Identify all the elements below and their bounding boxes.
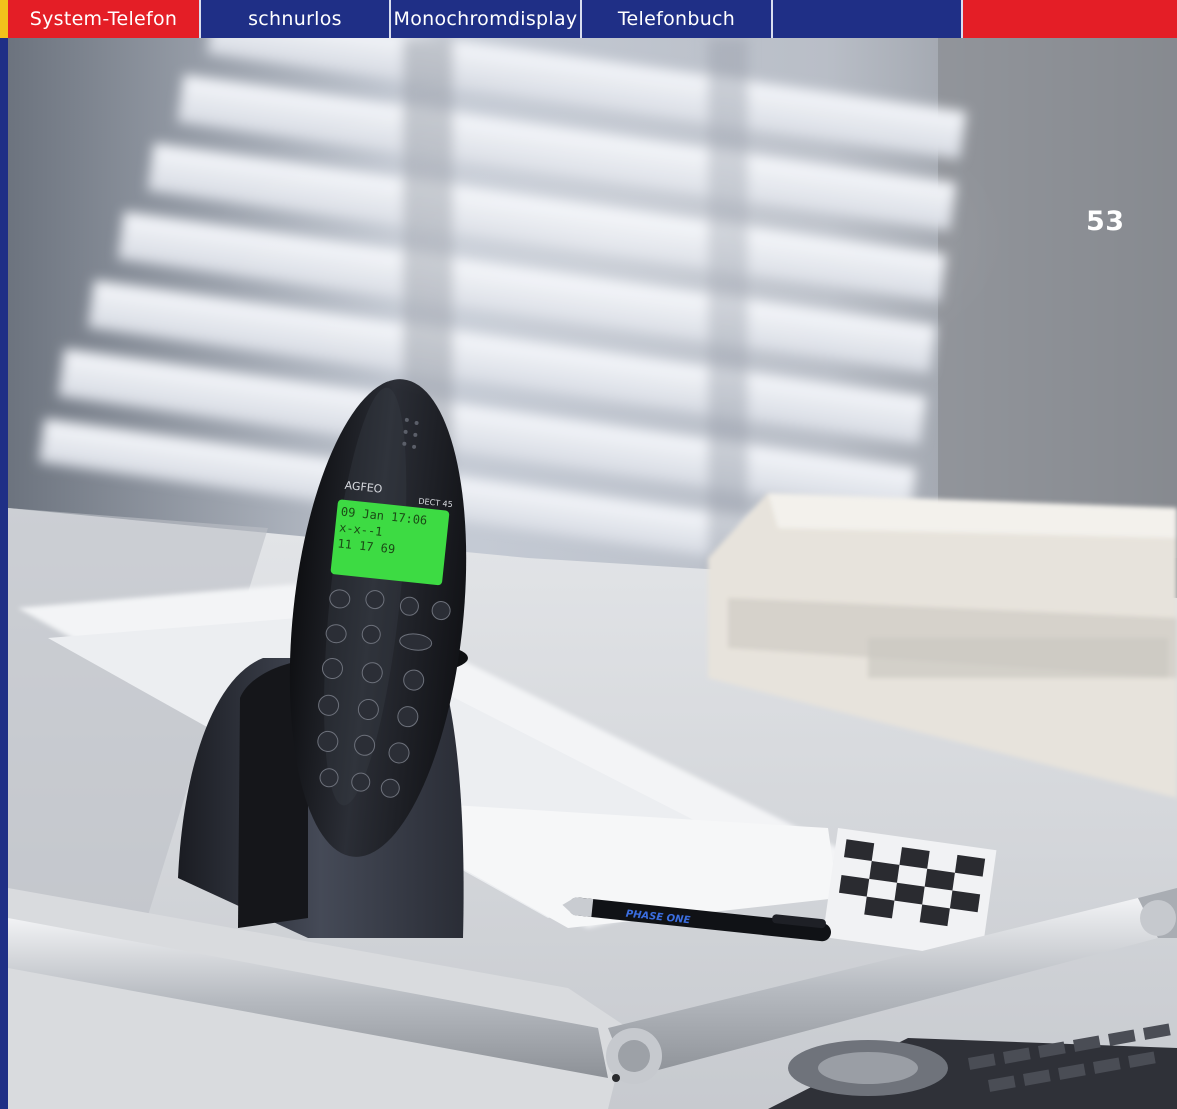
tab-telefonbuch[interactable]: Telefonbuch xyxy=(582,0,773,38)
tab-system-telefon[interactable]: System-Telefon xyxy=(8,0,201,38)
page-number: 53 xyxy=(1086,206,1125,237)
chapter-tab-bar: System-Telefon schnurlos Monochromdispla… xyxy=(8,0,1177,38)
yellow-accent xyxy=(0,0,8,38)
tab-empty-blue xyxy=(773,0,963,38)
tab-empty-red xyxy=(963,0,1177,38)
office-photo: PHASE ONE AGFEO DECT 45 09 Jan 17:06 x-x… xyxy=(8,38,1177,1109)
left-color-stripe xyxy=(0,0,8,1109)
tab-schnurlos[interactable]: schnurlos xyxy=(201,0,391,38)
tab-monochromdisplay[interactable]: Monochromdisplay xyxy=(391,0,582,38)
